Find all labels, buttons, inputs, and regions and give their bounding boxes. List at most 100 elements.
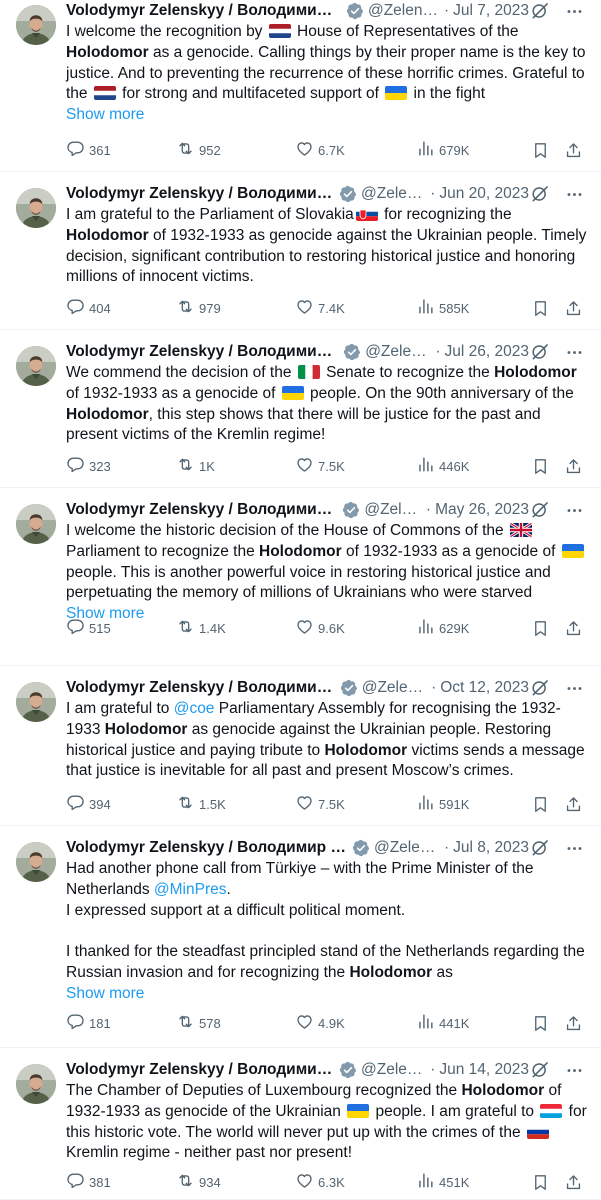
avatar[interactable]: [16, 682, 56, 722]
like-button[interactable]: 7.4K: [295, 296, 345, 320]
tweet[interactable]: Volodymyr Zelenskyy / Володимир З... @Zel…: [0, 0, 601, 172]
bookmark-icon[interactable]: [531, 792, 554, 816]
author-name[interactable]: Volodymyr Zelenskyy / Володимир ...: [66, 679, 335, 697]
avatar[interactable]: [16, 346, 56, 386]
author-handle[interactable]: @Zelen...: [365, 343, 431, 361]
more-options-icon[interactable]: [563, 677, 585, 699]
tweet-date[interactable]: Jul 26, 2023: [445, 343, 529, 361]
share-icon[interactable]: [564, 1170, 587, 1194]
tweet[interactable]: Volodymyr Zelenskyy / Володимир ... @Zele…: [0, 666, 601, 826]
grok-icon[interactable]: [529, 0, 551, 22]
tweet[interactable]: Volodymyr Zelenskyy / Володимир ... @Zele…: [0, 1048, 601, 1200]
retweet-count: 1.5K: [199, 796, 226, 812]
more-options-icon[interactable]: [563, 0, 585, 22]
more-options-icon[interactable]: [563, 183, 585, 205]
like-button[interactable]: 6.7K: [295, 138, 345, 162]
reply-button[interactable]: 381: [66, 1170, 111, 1194]
reply-button[interactable]: 323: [66, 454, 111, 478]
bookmark-icon[interactable]: [531, 296, 554, 320]
tweet[interactable]: Volodymyr Zelenskyy / Володимир ... @Zele…: [0, 488, 601, 666]
author-handle[interactable]: @Zelen...: [361, 1061, 426, 1079]
views-button[interactable]: 591K: [416, 792, 469, 816]
grok-icon[interactable]: [529, 677, 551, 699]
bookmark-icon[interactable]: [531, 138, 554, 162]
share-icon[interactable]: [564, 454, 587, 478]
avatar[interactable]: [16, 5, 56, 45]
author-handle[interactable]: @Zele...: [364, 501, 422, 519]
tweet-date[interactable]: May 26, 2023: [435, 501, 529, 519]
bookmark-icon[interactable]: [531, 454, 554, 478]
retweet-button[interactable]: 1.5K: [176, 792, 226, 816]
tweet[interactable]: Volodymyr Zelenskyy / Володимир З... @Zel…: [0, 826, 601, 1048]
share-icon[interactable]: [564, 1011, 587, 1035]
share-icon[interactable]: [564, 138, 587, 162]
share-icon[interactable]: [564, 792, 587, 816]
retweet-button[interactable]: 934: [176, 1170, 221, 1194]
author-name[interactable]: Volodymyr Zelenskyy / Володимир ...: [66, 185, 334, 203]
tweet-date[interactable]: Jun 14, 2023: [439, 1061, 529, 1079]
mention-link[interactable]: @coe: [174, 700, 215, 717]
tweet-date[interactable]: Jul 8, 2023: [453, 839, 529, 857]
grok-icon[interactable]: [529, 341, 551, 363]
bookmark-icon[interactable]: [531, 1170, 554, 1194]
tweet-content: Volodymyr Zelenskyy / Володимир ... @Zele…: [0, 341, 601, 487]
grok-icon[interactable]: [529, 499, 551, 521]
author-handle[interactable]: @Zelen...: [361, 185, 426, 203]
author-handle[interactable]: @Zelen...: [362, 679, 427, 697]
views-button[interactable]: 441K: [416, 1011, 469, 1035]
author-name[interactable]: Volodymyr Zelenskyy / Володимир ...: [66, 1061, 334, 1079]
views-button[interactable]: 451K: [416, 1170, 469, 1194]
reply-button[interactable]: 181: [66, 1011, 111, 1035]
more-options-icon[interactable]: [563, 837, 585, 859]
reply-button[interactable]: 394: [66, 792, 111, 816]
avatar[interactable]: [16, 1064, 56, 1104]
like-button[interactable]: 6.3K: [295, 1170, 345, 1194]
views-button[interactable]: 629K: [416, 616, 469, 640]
author-name[interactable]: Volodymyr Zelenskyy / Володимир З...: [66, 839, 347, 857]
share-icon[interactable]: [564, 616, 587, 640]
retweet-button[interactable]: 979: [176, 296, 221, 320]
like-button[interactable]: 7.5K: [295, 792, 345, 816]
retweet-button[interactable]: 1K: [176, 454, 215, 478]
show-more-link[interactable]: Show more: [66, 984, 587, 1005]
retweet-button[interactable]: 952: [176, 138, 221, 162]
tweet-date[interactable]: Jun 20, 2023: [439, 185, 529, 203]
like-button[interactable]: 7.5K: [295, 454, 345, 478]
retweet-button[interactable]: 578: [176, 1011, 221, 1035]
reply-button[interactable]: 515: [66, 616, 111, 640]
mention-link[interactable]: @MinPres: [154, 881, 227, 898]
reply-button[interactable]: 361: [66, 138, 111, 162]
tweet[interactable]: Volodymyr Zelenskyy / Володимир ... @Zele…: [0, 330, 601, 488]
avatar[interactable]: [16, 188, 56, 228]
views-button[interactable]: 679K: [416, 138, 469, 162]
share-icon[interactable]: [564, 296, 587, 320]
grok-icon[interactable]: [529, 837, 551, 859]
more-options-icon[interactable]: [563, 341, 585, 363]
tweet-date[interactable]: Oct 12, 2023: [440, 679, 529, 697]
reply-button[interactable]: 404: [66, 296, 111, 320]
author-handle[interactable]: @Zelens...: [368, 2, 440, 20]
like-button[interactable]: 9.6K: [295, 616, 345, 640]
author-name[interactable]: Volodymyr Zelenskyy / Володимир ...: [66, 501, 337, 519]
tweet[interactable]: Volodymyr Zelenskyy / Володимир ... @Zele…: [0, 172, 601, 330]
retweet-button[interactable]: 1.4K: [176, 616, 226, 640]
grok-icon[interactable]: [529, 1059, 551, 1081]
avatar[interactable]: [16, 504, 56, 544]
like-button[interactable]: 4.9K: [295, 1011, 345, 1035]
grok-icon[interactable]: [529, 183, 551, 205]
avatar[interactable]: [16, 842, 56, 882]
views-icon: [416, 793, 439, 815]
bookmark-icon[interactable]: [531, 616, 554, 640]
tweet-paragraph: I thanked for the steadfast principled s…: [66, 942, 587, 984]
more-options-icon[interactable]: [563, 499, 585, 521]
show-more-link[interactable]: Show more: [66, 105, 587, 126]
bookmark-icon[interactable]: [531, 1011, 554, 1035]
views-button[interactable]: 446K: [416, 454, 469, 478]
author-name[interactable]: Volodymyr Zelenskyy / Володимир ...: [66, 343, 338, 361]
author-name[interactable]: Volodymyr Zelenskyy / Володимир З...: [66, 2, 341, 20]
views-icon: [416, 617, 439, 639]
more-options-icon[interactable]: [563, 1059, 585, 1081]
tweet-date[interactable]: Jul 7, 2023: [453, 2, 529, 20]
author-handle[interactable]: @Zelen...: [374, 839, 440, 857]
views-button[interactable]: 585K: [416, 296, 469, 320]
